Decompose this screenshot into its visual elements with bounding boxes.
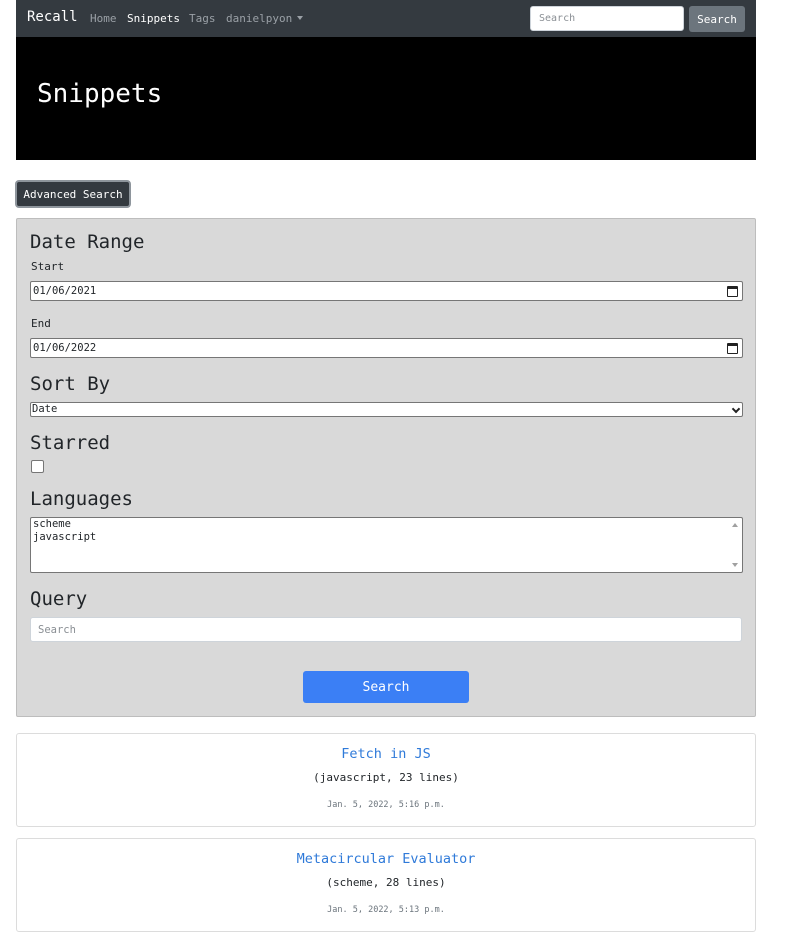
sort-by-heading: Sort By [30,373,111,395]
calendar-icon[interactable] [727,343,738,354]
snippet-meta: (javascript, 23 lines) [313,771,459,784]
nav-user-dropdown[interactable]: danielpyon [226,12,304,25]
end-date-input[interactable]: 01/06/2022 [30,338,743,358]
snippet-meta: (scheme, 28 lines) [326,876,446,889]
listbox-scrollbar[interactable] [728,518,742,572]
nav-search-input[interactable] [530,6,684,31]
scroll-down-icon[interactable] [732,563,738,567]
advanced-search-panel: Date Range Start 01/06/2021 End 01/06/20… [16,218,756,717]
end-date-label: End [31,317,51,330]
brand-logo[interactable]: Recall [27,9,78,25]
date-range-heading: Date Range [30,231,145,253]
nav-link-snippets[interactable]: Snippets [127,12,180,25]
languages-listbox[interactable]: scheme javascript [30,517,743,573]
starred-checkbox[interactable] [31,460,44,473]
start-date-input[interactable]: 01/06/2021 [30,281,743,301]
snippet-date: Jan. 5, 2022, 5:16 p.m. [327,800,445,810]
snippet-card: Metacircular Evaluator (scheme, 28 lines… [16,838,756,932]
navbar: Recall Home Snippets Tags danielpyon Sea… [16,0,756,37]
snippet-title-link[interactable]: Metacircular Evaluator [17,851,755,867]
nav-search-button[interactable]: Search [689,6,745,32]
nav-link-home[interactable]: Home [90,12,117,25]
sort-by-value: Date [32,403,58,415]
calendar-icon[interactable] [727,286,738,297]
hero-banner: Snippets [16,37,756,160]
chevron-down-icon [731,404,741,414]
page-title: Snippets [37,79,163,109]
query-input[interactable] [30,617,742,642]
starred-heading: Starred [30,432,111,454]
query-heading: Query [30,588,88,610]
advanced-search-toggle[interactable]: Advanced Search [15,180,131,208]
end-date-value: 01/06/2022 [33,342,97,354]
snippet-title-link[interactable]: Fetch in JS [17,746,755,762]
language-option[interactable]: scheme [31,518,742,531]
advanced-search-submit-button[interactable]: Search [303,671,469,703]
languages-heading: Languages [30,488,133,510]
snippet-card: Fetch in JS (javascript, 23 lines) Jan. … [16,733,756,827]
sort-by-select[interactable]: Date [30,402,743,417]
nav-user-label: danielpyon [226,12,293,25]
scroll-up-icon[interactable] [732,523,738,527]
caret-down-icon [297,16,304,20]
nav-link-tags[interactable]: Tags [189,12,216,25]
language-option[interactable]: javascript [31,531,742,544]
start-date-label: Start [31,260,65,273]
start-date-value: 01/06/2021 [33,285,97,297]
snippet-date: Jan. 5, 2022, 5:13 p.m. [327,905,445,915]
